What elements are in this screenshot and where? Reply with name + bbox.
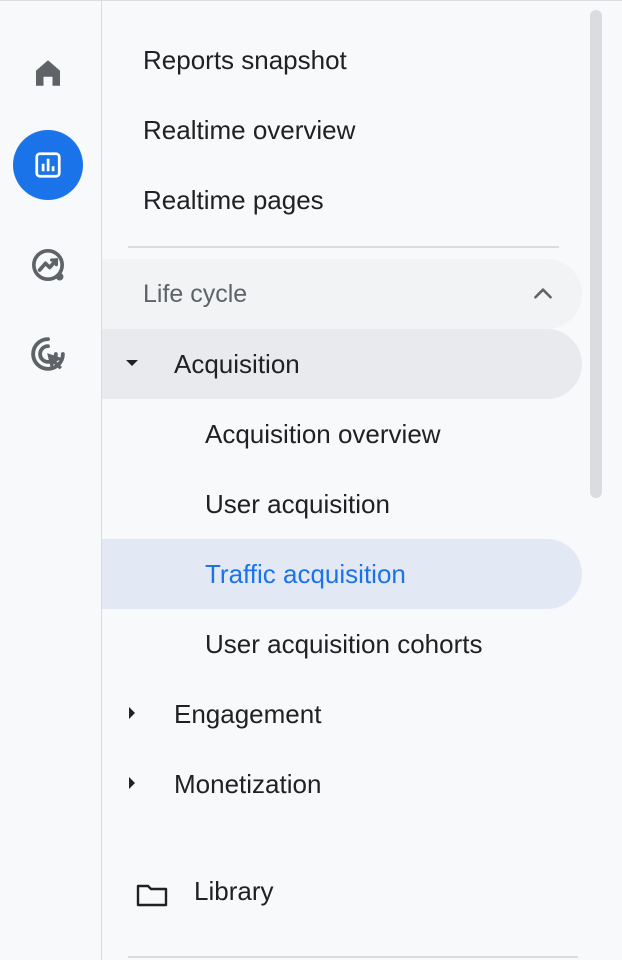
nav-item-user-acquisition-cohorts[interactable]: User acquisition cohorts [102, 609, 482, 679]
reports-button[interactable] [13, 130, 83, 200]
nav-item-label: Reports snapshot [143, 44, 347, 75]
section-header-label: Life cycle [143, 279, 248, 308]
nav-item-acquisition-overview[interactable]: Acquisition overview [102, 399, 441, 469]
section-header-life-cycle[interactable]: Life cycle [102, 259, 582, 329]
nav-item-label: Acquisition overview [205, 418, 441, 449]
explore-button[interactable] [13, 230, 83, 300]
reports-bar-chart-icon [35, 152, 61, 178]
reports-nav-panel: Reports snapshot Realtime overview Realt… [102, 1, 622, 960]
nav-item-label: Traffic acquisition [205, 558, 406, 589]
nav-group-monetization[interactable]: Monetization [102, 749, 582, 819]
nav-item-realtime-pages[interactable]: Realtime pages [102, 165, 324, 235]
home-icon [36, 60, 60, 86]
caret-right-icon [129, 707, 135, 719]
explore-trend-icon [32, 249, 64, 281]
scrollbar[interactable] [590, 10, 602, 498]
nav-item-reports-snapshot[interactable]: Reports snapshot [102, 25, 347, 95]
nav-item-user-acquisition[interactable]: User acquisition [102, 469, 390, 539]
nav-group-acquisition[interactable]: Acquisition [102, 329, 582, 399]
divider [128, 956, 578, 958]
left-icon-rail [0, 1, 102, 960]
nav-group-label: Engagement [174, 698, 322, 729]
caret-right-icon [129, 777, 135, 789]
nav-item-label: User acquisition cohorts [205, 628, 483, 659]
nav-item-label: User acquisition [205, 488, 390, 519]
caret-down-icon [126, 360, 138, 366]
nav-item-label: Realtime pages [143, 184, 324, 215]
folder-icon [136, 884, 168, 907]
nav-item-traffic-acquisition[interactable]: Traffic acquisition [102, 539, 582, 609]
divider [128, 246, 559, 248]
chevron-up-icon [534, 288, 552, 299]
nav-group-engagement[interactable]: Engagement [102, 679, 582, 749]
nav-group-label: Acquisition [174, 348, 300, 379]
nav-group-label: Monetization [174, 768, 322, 799]
advertising-button[interactable] [13, 319, 83, 389]
nav-item-label: Realtime overview [143, 114, 356, 145]
nav-item-label: Library [194, 876, 274, 906]
advertising-target-cursor-icon [31, 337, 65, 371]
nav-item-realtime-overview[interactable]: Realtime overview [102, 95, 355, 165]
nav-item-library[interactable]: Library [102, 859, 582, 929]
home-button[interactable] [13, 38, 83, 108]
